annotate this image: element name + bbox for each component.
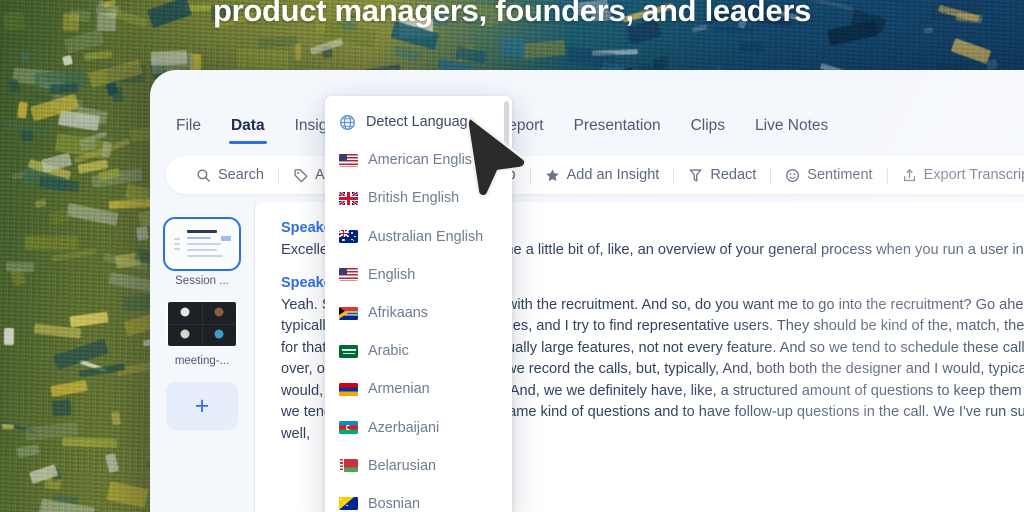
- toolbar-button-search[interactable]: Search: [182, 167, 278, 183]
- toolbar-button-add-an-insight[interactable]: Add an Insight: [531, 167, 674, 183]
- language-option-armenian[interactable]: Armenian: [325, 370, 512, 408]
- flag-icon-au: [339, 230, 358, 244]
- session-sidebar: Session ... meeting-... +: [150, 202, 255, 512]
- document-preview: [169, 223, 235, 265]
- language-option-label: Belarusian: [368, 457, 436, 474]
- toolbar-button-label: Add an Insight: [566, 167, 660, 183]
- language-option-label: Australian English: [368, 228, 484, 245]
- flag-icon-us: [339, 153, 358, 167]
- language-option-label: Azerbaijani: [368, 419, 440, 436]
- menu-item-data[interactable]: Data: [229, 117, 267, 144]
- flag-icon-az: [339, 421, 358, 435]
- redact-icon: [688, 168, 703, 183]
- tag-icon: [293, 168, 308, 183]
- language-option-label: Armenian: [368, 381, 430, 398]
- toolbar-button-redact[interactable]: Redact: [674, 167, 770, 183]
- flag-icon-us: [339, 268, 358, 282]
- language-option-bosnian[interactable]: Bosnian: [325, 485, 512, 512]
- sidebar-item-label: Session ...: [175, 275, 229, 287]
- language-option-label: American English: [368, 152, 480, 169]
- flag-icon-by: [339, 459, 358, 473]
- menubar: FileDataInsightsTranscriptionReportPrese…: [150, 108, 1024, 144]
- app-window: FileDataInsightsTranscriptionReportPrese…: [150, 70, 1024, 512]
- toolbar: SearchAdd a TagCreate a ClipAdd an Insig…: [166, 156, 1024, 194]
- language-option-label: English: [368, 266, 416, 283]
- globe-icon: [339, 114, 356, 131]
- video-grid-preview: [168, 302, 236, 346]
- menu-item-file[interactable]: File: [176, 117, 201, 135]
- flag-icon-ba: [339, 497, 358, 511]
- language-option-australian-english[interactable]: Australian English: [325, 218, 512, 256]
- language-option-label: Afrikaans: [368, 305, 428, 322]
- flag-icon-za: [339, 306, 358, 320]
- menu-item-presentation[interactable]: Presentation: [574, 117, 661, 135]
- star-icon: [545, 168, 560, 183]
- smiley-icon: [785, 168, 800, 183]
- sidebar-item-session[interactable]: Session ...: [162, 216, 242, 296]
- flag-icon-gb: [339, 191, 358, 205]
- language-option-belarusian[interactable]: Belarusian: [325, 447, 512, 485]
- export-icon: [902, 168, 917, 183]
- flag-icon-am: [339, 382, 358, 396]
- toolbar-button-label: Redact: [710, 167, 757, 183]
- toolbar-button-sentiment[interactable]: Sentiment: [771, 167, 886, 183]
- sidebar-item-label: meeting-...: [174, 355, 230, 367]
- session-thumbnail[interactable]: [162, 216, 242, 272]
- add-session-button[interactable]: +: [166, 382, 238, 430]
- language-option-azerbaijani[interactable]: Azerbaijani: [325, 409, 512, 447]
- language-option-label: Bosnian: [368, 495, 421, 512]
- workspace: Session ... meeting-... + Speaker 1 Excel…: [150, 202, 1024, 512]
- flag-icon-sa: [339, 344, 358, 358]
- language-option-label: Detect Language: [366, 114, 476, 131]
- mouse-cursor: [466, 115, 528, 204]
- language-option-afrikaans[interactable]: Afrikaans: [325, 294, 512, 332]
- search-icon: [196, 168, 211, 183]
- meeting-thumbnail[interactable]: [166, 300, 238, 348]
- sidebar-item-meeting[interactable]: meeting-...: [166, 300, 238, 376]
- menu-item-clips[interactable]: Clips: [691, 117, 725, 135]
- language-option-label: Arabic: [368, 343, 409, 360]
- language-option-english[interactable]: English: [325, 256, 512, 294]
- toolbar-button-label: Export Transcript: [923, 167, 1024, 183]
- toolbar-button-label: Sentiment: [807, 167, 873, 183]
- menu-item-live-notes[interactable]: Live Notes: [755, 117, 828, 135]
- language-option-label: British English: [368, 190, 460, 207]
- toolbar-button-label: Search: [218, 167, 264, 183]
- toolbar-button-export-transcript[interactable]: Export Transcript: [888, 167, 1024, 183]
- language-option-arabic[interactable]: Arabic: [325, 332, 512, 370]
